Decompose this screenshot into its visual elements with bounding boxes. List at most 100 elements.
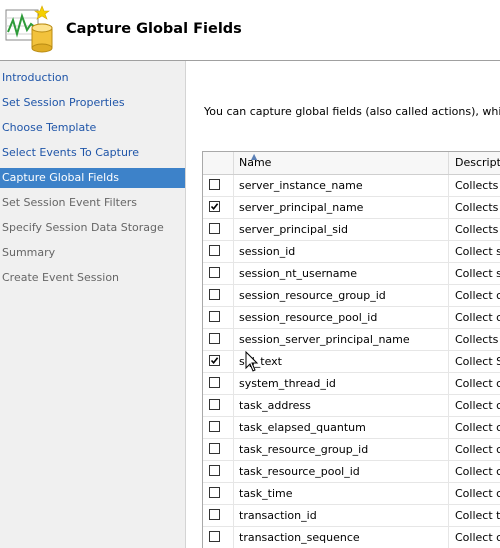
- field-checkbox[interactable]: [209, 487, 220, 498]
- field-description-cell: Collect tra: [455, 509, 500, 522]
- nav-item-set-session-properties[interactable]: Set Session Properties: [0, 93, 185, 113]
- checkbox-cell: [203, 483, 234, 504]
- table-row[interactable]: server_principal_sid Collects th: [203, 219, 500, 241]
- nav-item-select-events-to-capture[interactable]: Select Events To Capture: [0, 143, 185, 163]
- field-description-cell: Collects th: [455, 179, 500, 192]
- table-row[interactable]: transaction_id Collect tra: [203, 505, 500, 527]
- field-name-cell: session_resource_pool_id: [234, 307, 449, 328]
- checkbox-cell: [203, 373, 234, 394]
- table-row[interactable]: task_time Collect cu: [203, 483, 500, 505]
- field-description-cell: Collects th: [455, 333, 500, 346]
- nav-item-specify-session-data-storage: Specify Session Data Storage: [2, 221, 164, 234]
- field-checkbox[interactable]: [209, 311, 220, 322]
- table-row[interactable]: system_thread_id Collect cu: [203, 373, 500, 395]
- field-description-cell: Collect cu: [455, 289, 500, 302]
- field-name-cell: sql_text: [234, 351, 449, 372]
- wizard-header: Capture Global Fields: [0, 0, 500, 60]
- checkbox-cell: [203, 307, 234, 328]
- field-description-cell: Collect cu: [455, 399, 500, 412]
- field-checkbox[interactable]: [209, 421, 220, 432]
- description-column-header[interactable]: Descripti: [449, 152, 500, 174]
- checkbox-cell: [203, 263, 234, 284]
- checkmark-icon: [210, 203, 219, 211]
- table-row[interactable]: session_server_principal_name Collects th: [203, 329, 500, 351]
- field-name-cell: server_principal_name: [234, 197, 449, 218]
- nav-item-set-session-event-filters: Set Session Event Filters: [2, 196, 138, 209]
- field-description-cell: Collect cu: [455, 531, 500, 544]
- field-name-cell: task_address: [234, 395, 449, 416]
- nav-item-create-event-session: Create Event Session: [2, 271, 120, 284]
- field-description-cell: Collect ses: [455, 245, 500, 258]
- field-checkbox[interactable]: [209, 355, 220, 366]
- field-description-cell: Collects th: [455, 201, 500, 214]
- field-checkbox[interactable]: [209, 465, 220, 476]
- field-name-cell: session_server_principal_name: [234, 329, 449, 350]
- table-row[interactable]: session_id Collect ses: [203, 241, 500, 263]
- field-description-cell: Collect ses: [455, 267, 500, 280]
- table-row[interactable]: session_nt_username Collect ses: [203, 263, 500, 285]
- field-checkbox[interactable]: [209, 333, 220, 344]
- table-row[interactable]: session_resource_pool_id Collect cu: [203, 307, 500, 329]
- field-name-cell: server_instance_name: [234, 175, 449, 196]
- field-description-cell: Collect cu: [455, 443, 500, 456]
- table-row[interactable]: task_address Collect cu: [203, 395, 500, 417]
- checkbox-column-header[interactable]: [203, 152, 234, 174]
- checkbox-cell: [203, 461, 234, 482]
- table-row[interactable]: server_principal_name Collects th: [203, 197, 500, 219]
- field-description-cell: Collect cu: [455, 311, 500, 324]
- checkbox-cell: [203, 197, 234, 218]
- field-name-cell: task_resource_group_id: [234, 439, 449, 460]
- table-row[interactable]: task_resource_group_id Collect cu: [203, 439, 500, 461]
- name-column-header[interactable]: Name: [234, 152, 449, 174]
- field-name-cell: system_thread_id: [234, 373, 449, 394]
- field-name-cell: session_resource_group_id: [234, 285, 449, 306]
- chart-database-icon: [5, 5, 53, 53]
- sort-ascending-icon: ▲: [251, 152, 258, 161]
- field-checkbox[interactable]: [209, 223, 220, 234]
- nav-item-introduction[interactable]: Introduction: [0, 68, 185, 88]
- checkbox-cell: [203, 175, 234, 196]
- field-checkbox[interactable]: [209, 179, 220, 190]
- table-row[interactable]: server_instance_name Collects th: [203, 175, 500, 197]
- field-description-cell: Collect cu: [455, 465, 500, 478]
- table-row[interactable]: session_resource_group_id Collect cu: [203, 285, 500, 307]
- checkbox-cell: [203, 439, 234, 460]
- nav-item-capture-global-fields[interactable]: Capture Global Fields: [0, 168, 185, 188]
- field-checkbox[interactable]: [209, 443, 220, 454]
- checkbox-cell: [203, 285, 234, 306]
- table-row[interactable]: task_resource_pool_id Collect cu: [203, 461, 500, 483]
- checkbox-cell: [203, 351, 234, 372]
- field-description-cell: Collect cu: [455, 421, 500, 434]
- field-description-cell: Collect cu: [455, 377, 500, 390]
- field-description-cell: Collect cu: [455, 487, 500, 500]
- checkbox-cell: [203, 329, 234, 350]
- table-row[interactable]: transaction_sequence Collect cu: [203, 527, 500, 548]
- nav-item-choose-template[interactable]: Choose Template: [0, 118, 185, 138]
- intro-text: You can capture global fields (also call…: [204, 105, 500, 118]
- checkbox-cell: [203, 417, 234, 438]
- wizard-nav: Introduction Set Session Properties Choose…: [0, 61, 185, 548]
- checkbox-cell: [203, 219, 234, 240]
- main-panel: You can capture global fields (also call…: [186, 61, 500, 548]
- field-checkbox[interactable]: [209, 201, 220, 212]
- field-checkbox[interactable]: [209, 377, 220, 388]
- field-name-cell: transaction_sequence: [234, 527, 449, 548]
- global-fields-grid: Name ▲ Descripti server_instance_name Col…: [202, 151, 500, 548]
- field-name-cell: server_principal_sid: [234, 219, 449, 240]
- field-checkbox[interactable]: [209, 399, 220, 410]
- grid-header: Name ▲ Descripti: [203, 152, 500, 175]
- field-checkbox[interactable]: [209, 509, 220, 520]
- field-checkbox[interactable]: [209, 531, 220, 542]
- checkmark-icon: [210, 357, 219, 365]
- checkbox-cell: [203, 395, 234, 416]
- field-name-cell: task_resource_pool_id: [234, 461, 449, 482]
- field-checkbox[interactable]: [209, 289, 220, 300]
- field-description-cell: Collects th: [455, 223, 500, 236]
- field-checkbox[interactable]: [209, 245, 220, 256]
- table-row[interactable]: task_elapsed_quantum Collect cu: [203, 417, 500, 439]
- field-name-cell: session_nt_username: [234, 263, 449, 284]
- field-checkbox[interactable]: [209, 267, 220, 278]
- table-row[interactable]: sql_text Collect SQ: [203, 351, 500, 373]
- description-column-label: Descripti: [455, 156, 500, 169]
- checkbox-cell: [203, 241, 234, 262]
